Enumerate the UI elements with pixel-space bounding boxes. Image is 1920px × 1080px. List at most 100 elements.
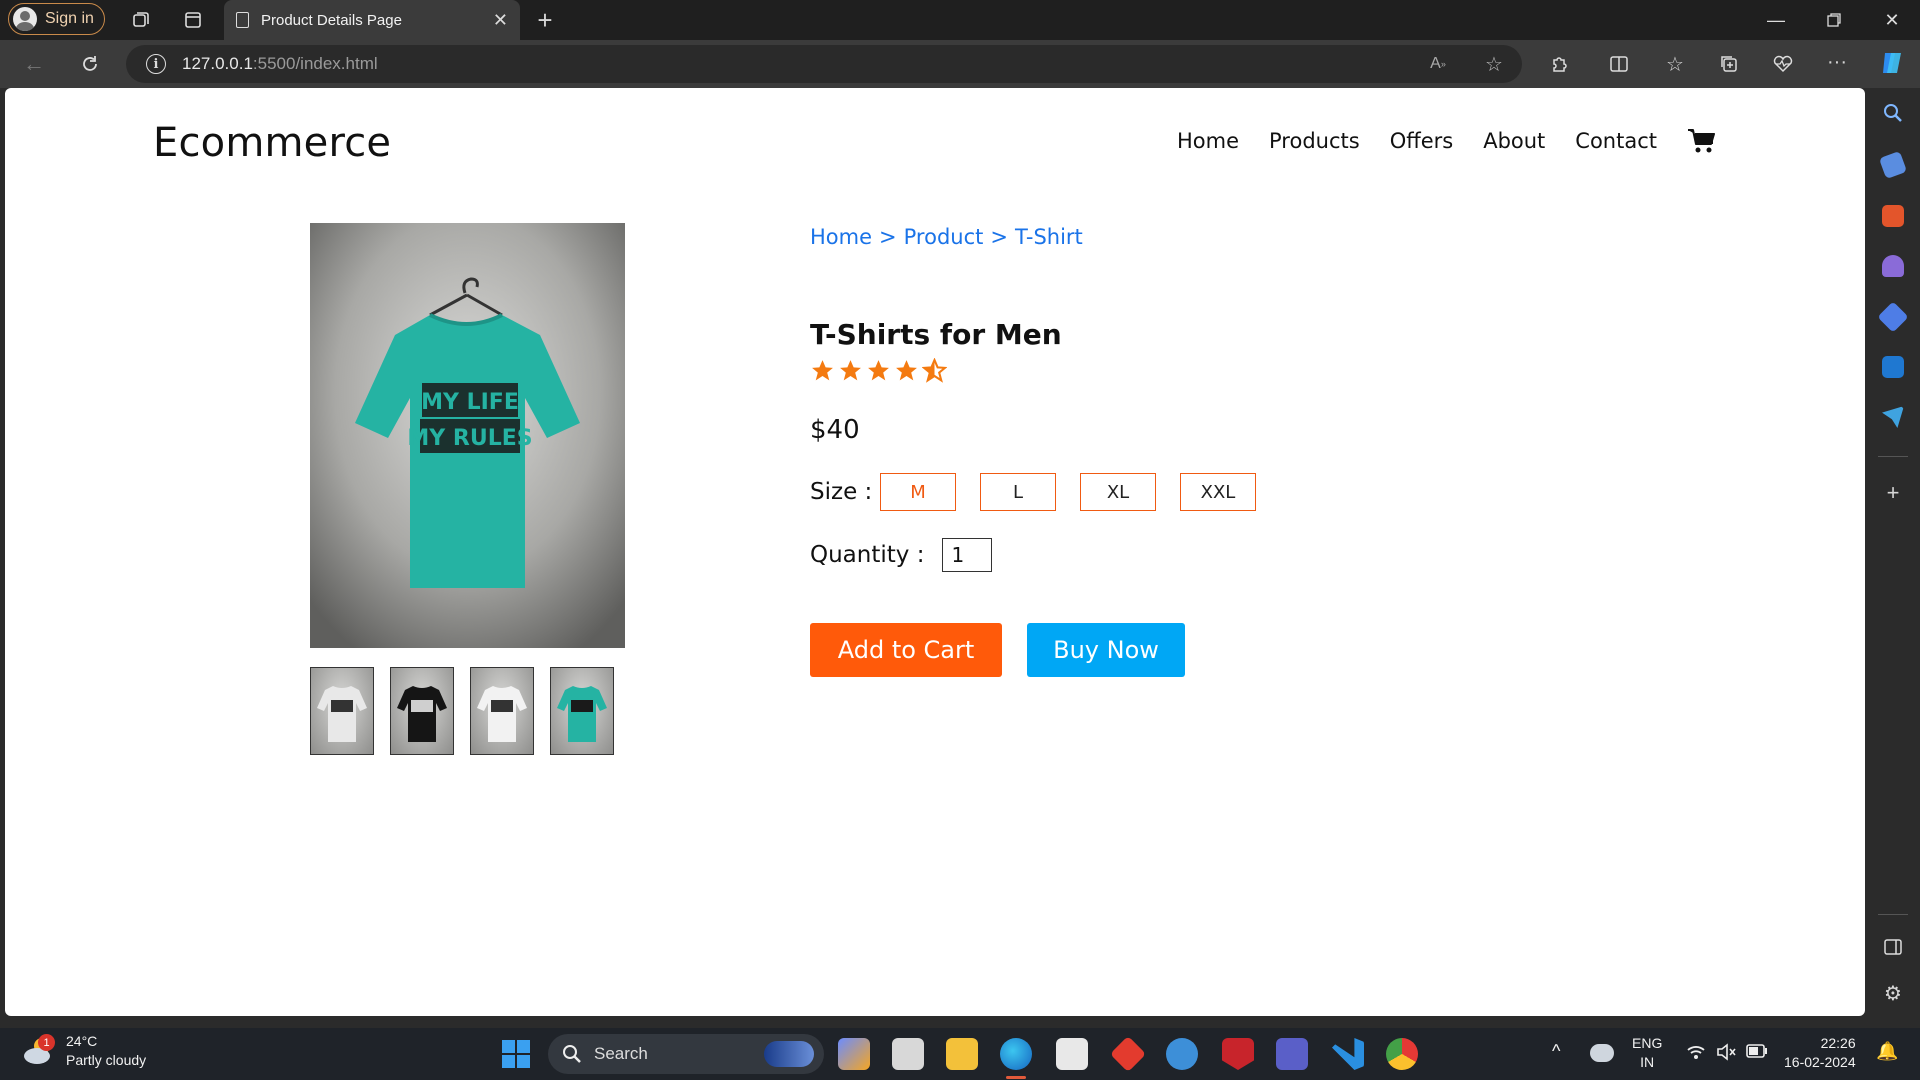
chrome-icon[interactable] (1386, 1038, 1418, 1070)
language-indicator[interactable]: ENG IN (1632, 1034, 1662, 1072)
weather-widget[interactable]: 1 24°C Partly cloudy (22, 1032, 146, 1070)
clock[interactable]: 22:26 16-02-2024 (1784, 1034, 1856, 1072)
refresh-icon[interactable] (76, 52, 104, 76)
star-half-icon (922, 358, 947, 383)
add-to-cart-button[interactable]: Add to Cart (810, 623, 1002, 677)
size-option-m[interactable]: M (880, 473, 956, 511)
nav-about[interactable]: About (1483, 129, 1545, 153)
collections-icon[interactable] (1716, 52, 1742, 76)
browser-toolbar: ← i 127.0.0.1:5500/index.html A» ☆ ☆ ··· (0, 40, 1920, 88)
minimize-icon[interactable]: — (1748, 0, 1804, 40)
notification-bell-icon[interactable]: 🔔 (1876, 1042, 1898, 1061)
size-option-l[interactable]: L (980, 473, 1056, 511)
anydesk-icon[interactable] (1109, 1035, 1147, 1073)
outlook-icon[interactable] (1882, 356, 1904, 378)
split-screen-icon[interactable] (1606, 52, 1632, 76)
read-aloud-icon[interactable]: A» (1426, 53, 1450, 75)
main-nav: Home Products Offers About Contact (1177, 128, 1715, 154)
send-icon[interactable] (1882, 406, 1904, 428)
search-icon[interactable] (1882, 102, 1904, 124)
new-tab-icon[interactable]: + (530, 5, 560, 35)
show-hidden-icons-icon[interactable]: ^ (1552, 1042, 1560, 1061)
sidebar-settings-gear-icon[interactable]: ⚙ (1882, 982, 1904, 1005)
page-viewport: Ecommerce Home Products Offers About Con… (5, 88, 1865, 1016)
vscode-icon[interactable] (1332, 1038, 1364, 1070)
extensions-icon[interactable] (1546, 52, 1572, 76)
microsoft-store-icon[interactable] (1056, 1038, 1088, 1070)
sign-in-label: Sign in (45, 10, 94, 27)
nav-offers[interactable]: Offers (1390, 129, 1454, 153)
tools-icon[interactable] (1882, 205, 1904, 227)
size-option-xxl[interactable]: XXL (1180, 473, 1256, 511)
weather-temp: 24°C (66, 1033, 98, 1049)
thumbnail-white-tshirt-2[interactable] (470, 667, 534, 755)
quantity-label: Quantity : (810, 542, 925, 568)
more-options-icon[interactable]: ··· (1824, 50, 1850, 74)
nav-home[interactable]: Home (1177, 129, 1239, 153)
shirt-print-line2: MY RULES (407, 426, 532, 451)
microsoft-365-icon[interactable] (1877, 301, 1909, 333)
site-info-icon[interactable]: i (146, 54, 166, 74)
star-full-icon (868, 360, 889, 381)
active-app-indicator (1006, 1076, 1026, 1079)
address-bar[interactable]: i 127.0.0.1:5500/index.html A» ☆ (126, 45, 1522, 83)
copilot-icon[interactable] (1878, 48, 1908, 78)
file-explorer-icon[interactable] (946, 1038, 978, 1070)
battery-icon[interactable] (1746, 1044, 1768, 1063)
copilot-preview-icon[interactable] (838, 1038, 870, 1070)
page-document-icon (236, 12, 249, 28)
size-option-xl[interactable]: XL (1080, 473, 1156, 511)
windows-start-icon[interactable] (500, 1038, 532, 1070)
thumbnail-black-tshirt[interactable] (390, 667, 454, 755)
wifi-icon[interactable] (1686, 1043, 1706, 1066)
sign-in-button[interactable]: Sign in (8, 3, 105, 35)
breadcrumb-product[interactable]: Product (904, 225, 984, 249)
cart-icon[interactable] (1687, 128, 1715, 154)
mcafee-icon[interactable] (1222, 1038, 1254, 1070)
breadcrumb: Home > Product > T-Shirt (810, 225, 1083, 249)
edge-browser-icon[interactable] (1000, 1038, 1032, 1070)
buy-now-button[interactable]: Buy Now (1027, 623, 1185, 677)
help-icon[interactable] (1166, 1038, 1198, 1070)
star-full-icon (840, 360, 861, 381)
nav-products[interactable]: Products (1269, 129, 1360, 153)
add-sidebar-app-icon[interactable]: + (1882, 480, 1904, 505)
url-text: 127.0.0.1:5500/index.html (182, 54, 378, 73)
restore-icon[interactable] (1806, 0, 1862, 40)
back-icon[interactable]: ← (20, 51, 48, 76)
browser-essentials-icon[interactable] (1770, 52, 1796, 76)
partly-cloudy-icon: 1 (22, 1034, 58, 1068)
favorites-icon[interactable]: ☆ (1662, 52, 1688, 76)
language-bottom: IN (1640, 1054, 1655, 1070)
thumbnail-teal-tshirt[interactable] (550, 667, 614, 755)
volume-muted-icon[interactable] (1716, 1043, 1736, 1066)
breadcrumb-tshirt[interactable]: T-Shirt (1015, 225, 1083, 249)
hide-sidebar-icon[interactable] (1882, 936, 1904, 958)
teams-icon[interactable] (1276, 1038, 1308, 1070)
star-full-icon (896, 360, 917, 381)
favorite-star-icon[interactable]: ☆ (1482, 53, 1506, 76)
search-highlight-icon (764, 1041, 814, 1067)
taskbar-search-label: Search (594, 1044, 648, 1063)
games-icon[interactable] (1882, 255, 1904, 277)
product-title: T-Shirts for Men (810, 318, 1062, 351)
workspaces-icon[interactable] (128, 8, 154, 32)
thumbnail-white-tshirt[interactable] (310, 667, 374, 755)
search-icon (563, 1045, 581, 1063)
onedrive-icon[interactable] (1590, 1044, 1614, 1062)
nav-contact[interactable]: Contact (1575, 129, 1657, 153)
site-logo[interactable]: Ecommerce (153, 120, 391, 166)
breadcrumb-separator: > (990, 225, 1008, 249)
tab-product-details[interactable]: Product Details Page ✕ (224, 0, 520, 40)
breadcrumb-home[interactable]: Home (810, 225, 872, 249)
close-tab-icon[interactable]: ✕ (493, 10, 508, 31)
language-top: ENG (1632, 1035, 1663, 1051)
shopping-tag-icon[interactable] (1878, 150, 1908, 180)
rating-stars (810, 358, 947, 383)
taskbar-search[interactable]: Search (548, 1034, 824, 1074)
quantity-input[interactable]: 1 (942, 538, 993, 572)
close-window-icon[interactable]: ✕ (1864, 0, 1920, 40)
task-view-icon[interactable] (892, 1038, 924, 1070)
clock-time: 22:26 (1820, 1035, 1856, 1051)
tab-actions-icon[interactable] (181, 8, 205, 32)
